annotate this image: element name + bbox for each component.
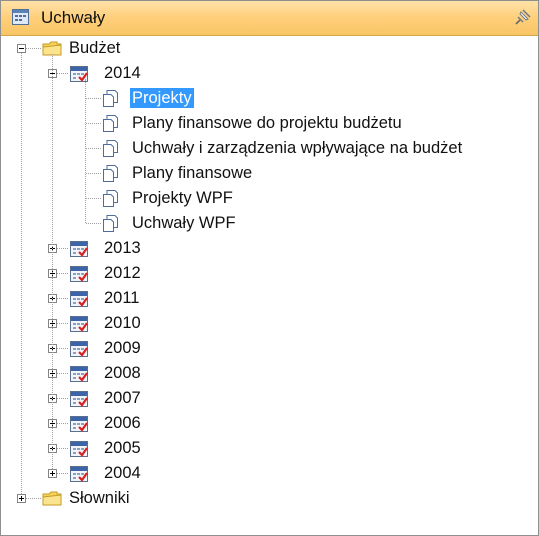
- tree-node-doc[interactable]: Plany finansowe do projektu budżetu: [130, 113, 404, 133]
- tree-node-budzet[interactable]: Budżet: [67, 38, 122, 58]
- tree-node-doc[interactable]: Uchwały i zarządzenia wpływające na budż…: [130, 138, 464, 158]
- tree-node-2010[interactable]: 2010: [102, 313, 143, 333]
- tree-node-doc[interactable]: Projekty: [130, 88, 194, 108]
- calendar-icon: [70, 241, 88, 257]
- tree-node-2007[interactable]: 2007: [102, 388, 143, 408]
- panel-header: Uchwały: [1, 1, 538, 36]
- calendar-icon: [70, 66, 88, 82]
- expander-budzet[interactable]: [17, 44, 26, 53]
- tree-node-2011[interactable]: 2011: [102, 288, 141, 308]
- tree-node-2006[interactable]: 2006: [102, 413, 143, 433]
- expander-slowniki[interactable]: [17, 494, 26, 503]
- resolutions-panel: Uchwały Budżet 2014 Projekty Plany finansow…: [0, 0, 539, 536]
- tree-node-doc[interactable]: Projekty WPF: [130, 188, 235, 208]
- tree-node-2012[interactable]: 2012: [102, 263, 143, 283]
- tree-node-2009[interactable]: 2009: [102, 338, 143, 358]
- document-icon: [103, 190, 118, 207]
- document-icon: [103, 140, 118, 157]
- tree-view[interactable]: Budżet 2014 Projekty Plany finansowe do pro…: [1, 36, 538, 535]
- calendar-icon: [70, 466, 88, 482]
- pin-icon[interactable]: [514, 8, 532, 26]
- tree-node-2008[interactable]: 2008: [102, 363, 143, 383]
- calendar-icon: [70, 341, 88, 357]
- expander-2004[interactable]: [48, 469, 57, 478]
- calendar-window-icon: [12, 9, 29, 25]
- tree-node-doc[interactable]: Uchwały WPF: [130, 213, 238, 233]
- document-icon: [103, 115, 118, 132]
- panel-title: Uchwały: [41, 8, 106, 27]
- document-icon: [103, 90, 118, 107]
- calendar-icon: [70, 266, 88, 282]
- tree-node-slowniki[interactable]: Słowniki: [67, 488, 132, 508]
- tree-node-2014[interactable]: 2014: [102, 63, 143, 83]
- tree-node-2004[interactable]: 2004: [102, 463, 143, 483]
- calendar-icon: [70, 291, 88, 307]
- calendar-icon: [70, 366, 88, 382]
- document-icon: [103, 165, 118, 182]
- tree-node-2013[interactable]: 2013: [102, 238, 143, 258]
- calendar-icon: [70, 441, 88, 457]
- calendar-icon: [70, 416, 88, 432]
- folder-icon: [42, 491, 62, 506]
- document-icon: [103, 215, 118, 232]
- tree-node-doc[interactable]: Plany finansowe: [130, 163, 254, 183]
- tree-node-2005[interactable]: 2005: [102, 438, 143, 458]
- calendar-icon: [70, 316, 88, 332]
- calendar-icon: [70, 391, 88, 407]
